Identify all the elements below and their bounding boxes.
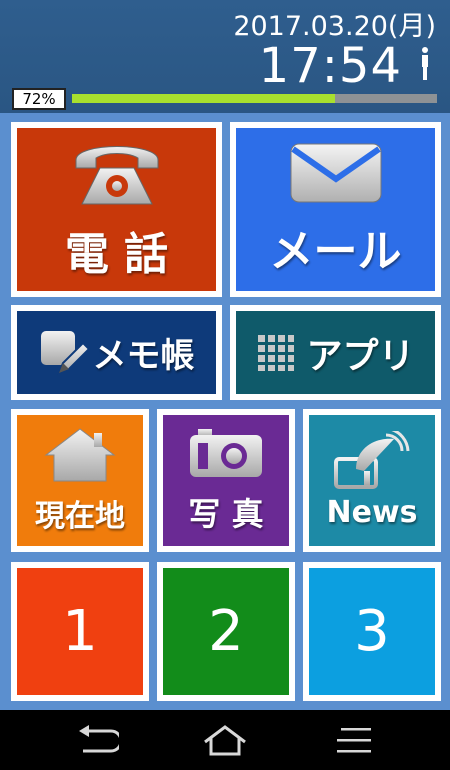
shortcut-1-tile-bg: 1	[17, 568, 143, 695]
phone-tile[interactable]: 電 話	[11, 122, 222, 297]
location-label: 現在地	[35, 498, 125, 534]
navigation-bar	[0, 710, 450, 770]
back-icon	[79, 725, 119, 753]
photo-label: 写 真	[188, 494, 264, 533]
launcher-grid: 電 話 メール メモ帳 アプリ 現在地 写 真 News 1 2 3	[0, 113, 450, 710]
apps-label: アプリ	[306, 335, 415, 377]
memo-tile-bg: メモ帳	[17, 311, 216, 394]
person-status-icon	[422, 47, 428, 80]
time-display: 17:54	[258, 38, 402, 94]
mail-tile[interactable]: メール	[230, 122, 441, 297]
menu-icon	[337, 728, 371, 753]
shortcut-2-label: 2	[208, 599, 244, 664]
location-tile-bg: 現在地	[17, 415, 143, 546]
memo-label: メモ帳	[92, 336, 195, 376]
phone-label: 電 話	[64, 228, 169, 280]
photo-tile-bg: 写 真	[163, 415, 289, 546]
memo-tile[interactable]: メモ帳	[11, 305, 222, 400]
shortcut-2-tile[interactable]: 2	[157, 562, 295, 701]
battery-indicator: 72%	[12, 88, 66, 110]
home-button[interactable]	[200, 722, 250, 758]
menu-button[interactable]	[330, 722, 380, 758]
camera-icon	[190, 428, 262, 477]
shortcut-2-tile-bg: 2	[163, 568, 289, 695]
battery-bar-fill	[72, 94, 335, 103]
mail-tile-bg: メール	[236, 128, 435, 291]
apps-grid-icon	[258, 334, 295, 371]
home-icon	[204, 725, 246, 756]
shortcut-3-tile-bg: 3	[309, 568, 435, 695]
satellite-dish-icon	[334, 431, 410, 489]
phone-icon	[75, 145, 158, 204]
phone-tile-bg: 電 話	[17, 128, 216, 291]
photo-tile[interactable]: 写 真	[157, 409, 295, 552]
news-tile[interactable]: News	[303, 409, 441, 552]
battery-bar	[72, 94, 437, 103]
news-label: News	[326, 495, 418, 530]
shortcut-3-tile[interactable]: 3	[303, 562, 441, 701]
shortcut-3-label: 3	[354, 599, 390, 664]
apps-tile-bg: アプリ	[236, 311, 435, 394]
mail-icon	[290, 143, 381, 202]
shortcut-1-tile[interactable]: 1	[11, 562, 149, 701]
home-location-icon	[44, 427, 116, 481]
memo-pencil-icon	[40, 330, 90, 375]
shortcut-1-label: 1	[62, 599, 98, 664]
news-tile-bg: News	[309, 415, 435, 546]
location-tile[interactable]: 現在地	[11, 409, 149, 552]
status-header: 2017.03.20(月) 17:54 72%	[0, 0, 450, 113]
apps-tile[interactable]: アプリ	[230, 305, 441, 400]
mail-label: メール	[269, 225, 402, 277]
back-button[interactable]	[72, 722, 122, 758]
